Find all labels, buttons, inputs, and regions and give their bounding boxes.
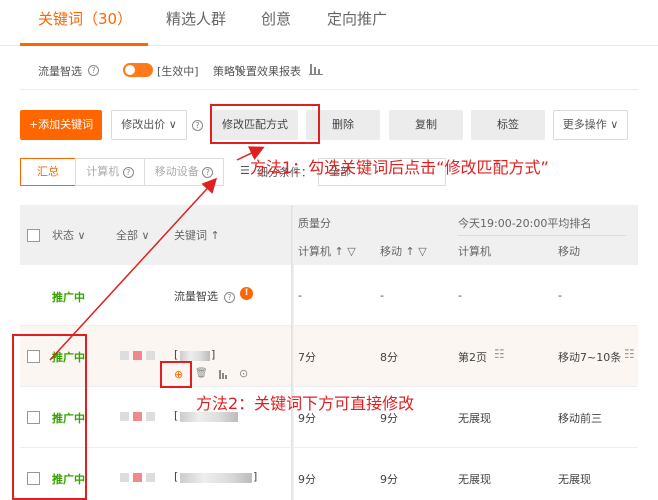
annotation-method-1: 方法1：勾选关键词后点击“修改匹配方式” (250, 158, 549, 177)
annotation-arrows (49, 146, 265, 361)
annotation-arrow (49, 177, 218, 361)
annotation-method-2: 方法2：关键词下方可直接修改 (196, 394, 415, 413)
